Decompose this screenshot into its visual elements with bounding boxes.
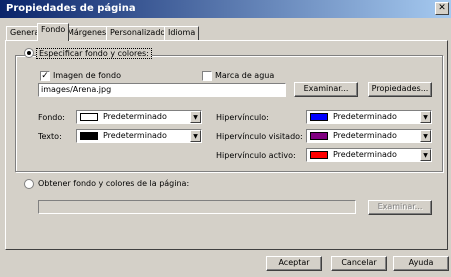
tab-label: Idioma bbox=[168, 28, 196, 37]
texto-label: Texto: bbox=[38, 132, 62, 141]
hipervinculo-label: Hipervínculo: bbox=[216, 113, 269, 122]
select-value: Predeterminado bbox=[103, 131, 167, 140]
tab-label: Fondo bbox=[41, 25, 66, 34]
fondo-label: Fondo: bbox=[38, 113, 65, 122]
from-page-browse-button[interactable]: Examinar... bbox=[368, 200, 432, 215]
hipervinculo-color-select[interactable]: Predeterminado ▼ bbox=[306, 110, 432, 124]
activo-color-select[interactable]: Predeterminado ▼ bbox=[306, 148, 432, 162]
background-image-checkbox[interactable]: ✓ bbox=[40, 71, 50, 81]
chevron-down-icon[interactable]: ▼ bbox=[190, 111, 201, 123]
select-value: Predeterminado bbox=[333, 150, 397, 159]
watermark-label: Marca de agua bbox=[215, 71, 275, 80]
window-title: Propiedades de página bbox=[6, 3, 136, 14]
tab-label: Márgenes bbox=[67, 28, 107, 37]
from-page-label[interactable]: Obtener fondo y colores de la página: bbox=[38, 179, 189, 188]
activo-label: Hipervínculo activo: bbox=[216, 151, 296, 160]
chevron-down-icon[interactable]: ▼ bbox=[190, 130, 201, 142]
select-value: Predeterminado bbox=[333, 112, 397, 121]
background-image-input[interactable]: images/Arena.jpg bbox=[38, 83, 286, 97]
chevron-down-icon[interactable]: ▼ bbox=[420, 130, 431, 142]
visitado-color-select[interactable]: Predeterminado ▼ bbox=[306, 129, 432, 143]
browse-button[interactable]: Examinar... bbox=[294, 82, 358, 97]
color-swatch bbox=[310, 113, 328, 121]
close-icon[interactable]: ✕ bbox=[435, 2, 449, 15]
from-page-input[interactable] bbox=[38, 200, 356, 214]
chevron-down-icon[interactable]: ▼ bbox=[420, 111, 431, 123]
tab-idioma[interactable]: Idioma bbox=[164, 26, 200, 40]
tab-personalizado[interactable]: Personalizado bbox=[106, 26, 170, 40]
watermark-checkbox[interactable] bbox=[202, 71, 212, 81]
select-value: Predeterminado bbox=[103, 112, 167, 121]
cancel-button[interactable]: Cancelar bbox=[331, 256, 387, 271]
from-page-radio[interactable] bbox=[24, 179, 34, 189]
color-swatch bbox=[80, 113, 98, 121]
tab-fondo[interactable]: Fondo bbox=[37, 23, 70, 41]
specify-radio-label[interactable]: Especificar fondo y colores: bbox=[36, 48, 152, 59]
color-swatch bbox=[80, 132, 98, 140]
color-swatch bbox=[310, 132, 328, 140]
visitado-label: Hipervínculo visitado: bbox=[216, 132, 303, 141]
tab-margenes[interactable]: Márgenes bbox=[63, 26, 111, 40]
accept-button[interactable]: Aceptar bbox=[266, 256, 322, 271]
tab-label: Personalizado bbox=[110, 28, 166, 37]
title-bar: Propiedades de página bbox=[0, 0, 451, 18]
help-button[interactable]: Ayuda bbox=[393, 256, 449, 271]
properties-button[interactable]: Propiedades... bbox=[368, 82, 432, 97]
color-swatch bbox=[310, 151, 328, 159]
background-image-label: Imagen de fondo bbox=[53, 71, 121, 80]
select-value: Predeterminado bbox=[333, 131, 397, 140]
texto-color-select[interactable]: Predeterminado ▼ bbox=[76, 129, 202, 143]
fondo-color-select[interactable]: Predeterminado ▼ bbox=[76, 110, 202, 124]
specify-radio[interactable] bbox=[24, 48, 34, 58]
chevron-down-icon[interactable]: ▼ bbox=[420, 149, 431, 161]
